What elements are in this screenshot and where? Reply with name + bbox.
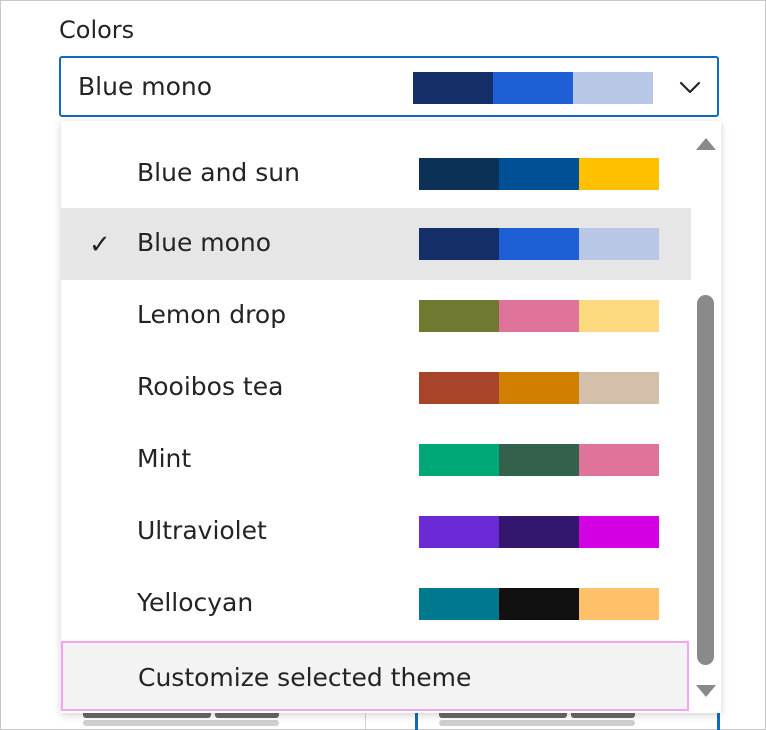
colors-label: Colors <box>59 16 135 44</box>
option-label: Lemon drop <box>137 300 287 329</box>
swatch <box>499 444 579 476</box>
checkmark-icon: ✓ <box>89 230 111 260</box>
swatch <box>579 158 659 190</box>
option-mint[interactable]: Mint <box>61 424 691 496</box>
option-swatches <box>419 444 659 476</box>
swatch <box>499 228 579 260</box>
chevron-down-icon[interactable] <box>677 74 703 100</box>
swatch <box>579 588 659 620</box>
scroll-down-arrow-icon[interactable] <box>696 685 716 697</box>
option-swatches <box>419 372 659 404</box>
option-blue-and-sun[interactable]: Blue and sun <box>61 138 691 210</box>
option-label: Mint <box>137 444 192 473</box>
option-swatches <box>419 228 659 260</box>
option-swatches <box>419 588 659 620</box>
background-selection-edge <box>717 712 720 730</box>
option-label: Blue and sun <box>137 158 300 187</box>
option-ultraviolet[interactable]: Ultraviolet <box>61 496 691 568</box>
customize-theme-button[interactable]: Customize selected theme <box>61 641 689 711</box>
swatch <box>493 72 573 104</box>
option-yellocyan[interactable]: Yellocyan <box>61 568 691 640</box>
option-swatches <box>419 300 659 332</box>
option-label: Rooibos tea <box>137 372 284 401</box>
swatch <box>499 300 579 332</box>
customize-label: Customize selected theme <box>138 663 472 692</box>
swatch <box>419 588 499 620</box>
combobox-swatches <box>413 72 653 104</box>
background-selection-edge <box>415 712 418 730</box>
swatch <box>499 372 579 404</box>
swatch <box>419 372 499 404</box>
swatch <box>419 228 499 260</box>
colors-dropdown-list: Blue and sun ✓ Blue mono Lemon drop Rooi… <box>61 121 721 713</box>
combobox-value: Blue mono <box>78 72 213 101</box>
option-swatches <box>419 158 659 190</box>
swatch <box>573 72 653 104</box>
option-blue-mono[interactable]: ✓ Blue mono <box>61 208 691 280</box>
swatch <box>579 516 659 548</box>
swatch <box>579 372 659 404</box>
swatch <box>499 588 579 620</box>
swatch <box>419 158 499 190</box>
swatch <box>419 444 499 476</box>
swatch <box>499 158 579 190</box>
swatch <box>499 516 579 548</box>
swatch <box>419 300 499 332</box>
scroll-up-arrow-icon[interactable] <box>696 138 716 150</box>
background-bar <box>439 720 635 726</box>
option-label: Yellocyan <box>137 588 254 617</box>
option-label: Blue mono <box>137 228 272 257</box>
option-lemon-drop[interactable]: Lemon drop <box>61 280 691 352</box>
dropdown-scrollbar[interactable] <box>691 121 721 713</box>
option-rooibos-tea[interactable]: Rooibos tea <box>61 352 691 424</box>
swatch <box>413 72 493 104</box>
background-bar <box>83 720 279 726</box>
swatch <box>579 228 659 260</box>
scrollbar-thumb[interactable] <box>697 295 714 665</box>
option-label: Ultraviolet <box>137 516 267 545</box>
option-swatches <box>419 516 659 548</box>
swatch <box>579 300 659 332</box>
swatch <box>419 516 499 548</box>
colors-combobox[interactable]: Blue mono <box>59 56 719 117</box>
swatch <box>579 444 659 476</box>
